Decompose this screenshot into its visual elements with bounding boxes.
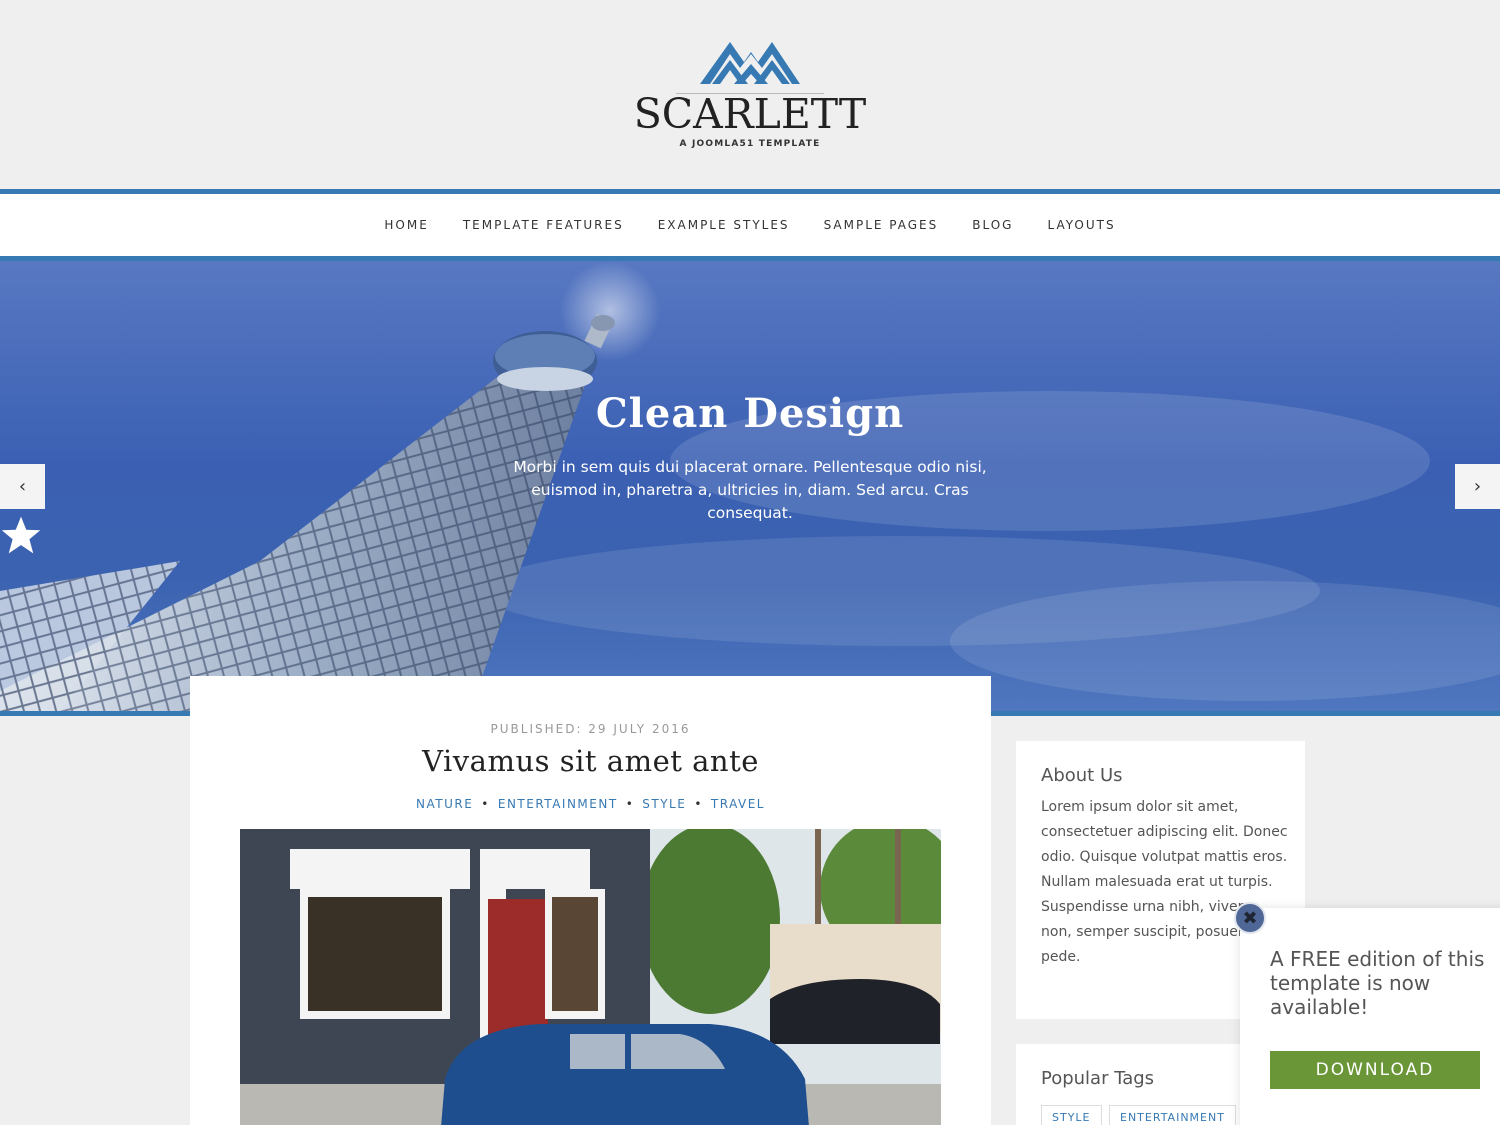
article-card: PUBLISHED: 29 JULY 2016 Vivamus sit amet… [190, 676, 991, 1125]
tag-link[interactable]: TRAVEL [711, 797, 765, 811]
nav-item-home[interactable]: HOME [384, 218, 428, 232]
chevron-left-icon: ‹ [18, 476, 27, 497]
article-tags: NATURE • ENTERTAINMENT • STYLE • TRAVEL [416, 797, 765, 811]
site-subtitle: A JOOMLA51 TEMPLATE [679, 139, 821, 149]
article-image[interactable] [240, 829, 941, 1125]
popup-message: A FREE edition of this template is now a… [1270, 947, 1485, 1019]
close-icon: ✖ [1242, 907, 1258, 929]
article-title[interactable]: Vivamus sit amet ante [190, 744, 991, 778]
slide-text: Morbi in sem quis dui placerat ornare. P… [513, 458, 987, 522]
logo-icon[interactable] [700, 38, 800, 88]
slider-next-button[interactable]: › [1455, 464, 1500, 509]
nav-item-example-styles[interactable]: EXAMPLE STYLES [658, 218, 790, 232]
slide-title: Clean Design [595, 390, 905, 437]
star-icon [1, 516, 41, 554]
main-nav: HOME TEMPLATE FEATURES EXAMPLE STYLES SA… [0, 189, 1500, 261]
nav-item-layouts[interactable]: LAYOUTS [1047, 218, 1115, 232]
free-edition-popup: A FREE edition of this template is now a… [1240, 908, 1500, 1125]
slider-prev-button[interactable]: ‹ [0, 464, 45, 509]
tag-link[interactable]: STYLE [642, 797, 686, 811]
tag-button[interactable]: STYLE [1041, 1105, 1102, 1125]
download-button[interactable]: DOWNLOAD [1270, 1051, 1480, 1089]
site-header: SCARLETT A JOOMLA51 TEMPLATE [0, 0, 1500, 189]
chevron-right-icon: › [1473, 476, 1482, 497]
nav-item-template-features[interactable]: TEMPLATE FEATURES [463, 218, 624, 232]
hero-slider: Clean Design Morbi in sem quis dui place… [0, 261, 1500, 711]
tag-link[interactable]: NATURE [416, 797, 473, 811]
close-popup-button[interactable]: ✖ [1234, 902, 1266, 934]
about-widget-title: About Us [1041, 765, 1123, 786]
site-title[interactable]: SCARLETT [600, 90, 900, 138]
tag-link[interactable]: ENTERTAINMENT [498, 797, 618, 811]
nav-item-sample-pages[interactable]: SAMPLE PAGES [824, 218, 939, 232]
nav-item-blog[interactable]: BLOG [972, 218, 1013, 232]
tag-button[interactable]: ENTERTAINMENT [1109, 1105, 1236, 1125]
popular-tags-title: Popular Tags [1041, 1068, 1155, 1089]
article-published-date: PUBLISHED: 29 JULY 2016 [490, 722, 691, 736]
